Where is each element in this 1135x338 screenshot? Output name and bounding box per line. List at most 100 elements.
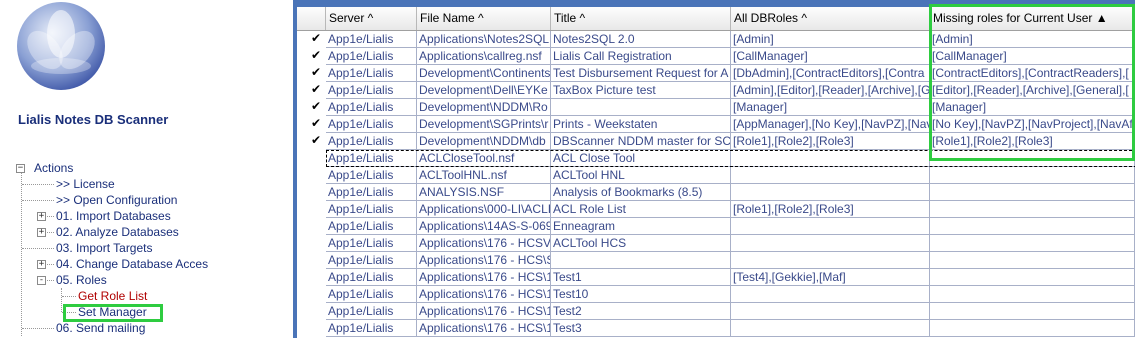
server-cell[interactable]: App1e/Lialis bbox=[326, 65, 417, 82]
select-column-header[interactable] bbox=[297, 7, 326, 30]
all-dbroles-cell[interactable] bbox=[731, 286, 930, 303]
tree-item-license[interactable]: >> License bbox=[56, 176, 115, 192]
table-row[interactable]: App1e/Lialis Applications\14AS-S-069 Ennea… bbox=[297, 218, 1135, 235]
title-cell[interactable]: Lialis Call Registration bbox=[551, 48, 731, 65]
title-cell[interactable]: DBScanner NDDM master for SC bbox=[551, 133, 731, 150]
title-cell[interactable]: Test2 bbox=[551, 303, 731, 320]
row-selector[interactable] bbox=[311, 303, 323, 320]
server-cell[interactable]: App1e/Lialis bbox=[326, 82, 417, 99]
checkmark-icon[interactable]: ✔ bbox=[311, 31, 323, 48]
title-cell[interactable]: Prints - Weekstaten bbox=[551, 116, 731, 133]
title-cell[interactable] bbox=[551, 252, 731, 269]
file-name-cell[interactable]: Applications\176 - HCS\1 bbox=[417, 269, 551, 286]
checkmark-icon[interactable]: ✔ bbox=[311, 65, 323, 82]
title-cell[interactable]: Test1 bbox=[551, 269, 731, 286]
file-name-cell[interactable]: ACLToolHNL.nsf bbox=[417, 167, 551, 184]
missing-roles-cell[interactable] bbox=[930, 235, 1135, 252]
file-name-cell[interactable]: Development\NDDM\db bbox=[417, 133, 551, 150]
all-dbroles-cell[interactable] bbox=[731, 218, 930, 235]
column-header-title[interactable]: Title ^ bbox=[551, 7, 731, 30]
table-row[interactable]: ✔ App1e/Lialis Applications\Notes2SQL Notes… bbox=[297, 31, 1135, 48]
file-name-cell[interactable]: Development\SGPrints\r bbox=[417, 116, 551, 133]
all-dbroles-cell[interactable] bbox=[731, 167, 930, 184]
missing-roles-cell[interactable] bbox=[930, 286, 1135, 303]
expand-icon[interactable]: + bbox=[37, 260, 46, 269]
file-name-cell[interactable]: Applications\176 - HCSV bbox=[417, 235, 551, 252]
server-cell[interactable]: App1e/Lialis bbox=[326, 320, 417, 337]
row-selector[interactable] bbox=[311, 150, 323, 167]
column-header-file-name[interactable]: File Name ^ bbox=[417, 7, 551, 30]
server-cell[interactable]: App1e/Lialis bbox=[326, 218, 417, 235]
table-row[interactable]: App1e/Lialis Applications\000-LI\ACLI ACL … bbox=[297, 201, 1135, 218]
missing-roles-cell[interactable] bbox=[930, 320, 1135, 337]
checkmark-icon[interactable]: ✔ bbox=[311, 99, 323, 116]
server-cell[interactable]: App1e/Lialis bbox=[326, 48, 417, 65]
server-cell[interactable]: App1e/Lialis bbox=[326, 116, 417, 133]
all-dbroles-cell[interactable] bbox=[731, 252, 930, 269]
table-row[interactable]: App1e/Lialis Applications\176 - HCS\1 Test… bbox=[297, 320, 1135, 337]
table-row[interactable]: App1e/Lialis Applications\176 - HCS\1 Test… bbox=[297, 303, 1135, 320]
server-cell[interactable]: App1e/Lialis bbox=[326, 252, 417, 269]
file-name-cell[interactable]: Development\NDDM\Ro bbox=[417, 99, 551, 116]
checkmark-icon[interactable]: ✔ bbox=[311, 48, 323, 65]
title-cell[interactable]: Test3 bbox=[551, 320, 731, 337]
server-cell[interactable]: App1e/Lialis bbox=[326, 184, 417, 201]
server-cell[interactable]: App1e/Lialis bbox=[326, 286, 417, 303]
all-dbroles-cell[interactable]: [CallManager] bbox=[731, 48, 930, 65]
file-name-cell[interactable]: Applications\14AS-S-069 bbox=[417, 218, 551, 235]
file-name-cell[interactable]: Applications\Notes2SQL bbox=[417, 31, 551, 48]
row-selector[interactable] bbox=[311, 286, 323, 303]
missing-roles-cell[interactable] bbox=[930, 218, 1135, 235]
all-dbroles-cell[interactable]: [Role1],[Role2],[Role3] bbox=[731, 133, 930, 150]
row-selector[interactable] bbox=[311, 269, 323, 286]
row-selector[interactable] bbox=[311, 167, 323, 184]
row-selector[interactable] bbox=[311, 184, 323, 201]
all-dbroles-cell[interactable] bbox=[731, 184, 930, 201]
server-cell[interactable]: App1e/Lialis bbox=[326, 201, 417, 218]
tree-item-import-targets[interactable]: 03. Import Targets bbox=[56, 240, 153, 256]
tree-item-get-role-list[interactable]: Get Role List bbox=[78, 288, 147, 304]
missing-roles-cell[interactable]: [No Key],[NavPZ],[NavProject],[NavAf bbox=[930, 116, 1135, 133]
file-name-cell[interactable]: Applications\176 - HCS\1 bbox=[417, 303, 551, 320]
row-selector[interactable] bbox=[311, 235, 323, 252]
title-cell[interactable]: Test10 bbox=[551, 286, 731, 303]
server-cell[interactable]: App1e/Lialis bbox=[326, 150, 417, 167]
missing-roles-cell[interactable]: [Admin] bbox=[930, 31, 1135, 48]
title-cell[interactable] bbox=[551, 99, 731, 116]
column-header-all-dbroles[interactable]: All DBRoles ^ bbox=[731, 7, 930, 30]
row-selector[interactable] bbox=[311, 320, 323, 337]
title-cell[interactable]: Enneagram bbox=[551, 218, 731, 235]
missing-roles-cell[interactable] bbox=[930, 201, 1135, 218]
all-dbroles-cell[interactable]: [Test4],[Gekkie],[Maf] bbox=[731, 269, 930, 286]
table-row[interactable]: ✔ App1e/Lialis Development\Continents Test … bbox=[297, 65, 1135, 82]
table-row[interactable]: ✔ App1e/Lialis Development\Dell\EYKe TaxBox… bbox=[297, 82, 1135, 99]
table-row[interactable]: App1e/Lialis ANALYSIS.NSF Analysis of Book… bbox=[297, 184, 1135, 201]
all-dbroles-cell[interactable]: [AppManager],[No Key],[NavPZ],[Nav bbox=[731, 116, 930, 133]
all-dbroles-cell[interactable] bbox=[731, 303, 930, 320]
table-row[interactable]: ✔ App1e/Lialis Applications\callreg.nsf Lia… bbox=[297, 48, 1135, 65]
file-name-cell[interactable]: Applications\176 - HCS\1 bbox=[417, 320, 551, 337]
file-name-cell[interactable]: Applications\000-LI\ACLI bbox=[417, 201, 551, 218]
collapse-icon[interactable]: - bbox=[37, 276, 46, 285]
collapse-icon[interactable]: − bbox=[16, 164, 25, 173]
all-dbroles-cell[interactable]: [Role1],[Role2],[Role3] bbox=[731, 201, 930, 218]
missing-roles-cell[interactable]: [Manager] bbox=[930, 99, 1135, 116]
table-row[interactable]: App1e/Lialis Applications\176 - HCS\S bbox=[297, 252, 1135, 269]
server-cell[interactable]: App1e/Lialis bbox=[326, 99, 417, 116]
missing-roles-cell[interactable] bbox=[930, 167, 1135, 184]
row-selector[interactable] bbox=[311, 252, 323, 269]
server-cell[interactable]: App1e/Lialis bbox=[326, 167, 417, 184]
server-cell[interactable]: App1e/Lialis bbox=[326, 303, 417, 320]
title-cell[interactable]: ACLTool HNL bbox=[551, 167, 731, 184]
file-name-cell[interactable]: Development\Dell\EYKe bbox=[417, 82, 551, 99]
row-selector[interactable] bbox=[311, 218, 323, 235]
tree-item-send-mailing[interactable]: 06. Send mailing bbox=[56, 320, 145, 336]
checkmark-icon[interactable]: ✔ bbox=[311, 116, 323, 133]
table-row[interactable]: ✔ App1e/Lialis Development\NDDM\Ro [Manager… bbox=[297, 99, 1135, 116]
all-dbroles-cell[interactable] bbox=[731, 235, 930, 252]
file-name-cell[interactable]: Applications\callreg.nsf bbox=[417, 48, 551, 65]
expand-icon[interactable]: + bbox=[37, 228, 46, 237]
missing-roles-cell[interactable]: [Role1],[Role2],[Role3] bbox=[930, 133, 1135, 150]
missing-roles-cell[interactable] bbox=[930, 150, 1135, 167]
checkmark-icon[interactable]: ✔ bbox=[311, 82, 323, 99]
